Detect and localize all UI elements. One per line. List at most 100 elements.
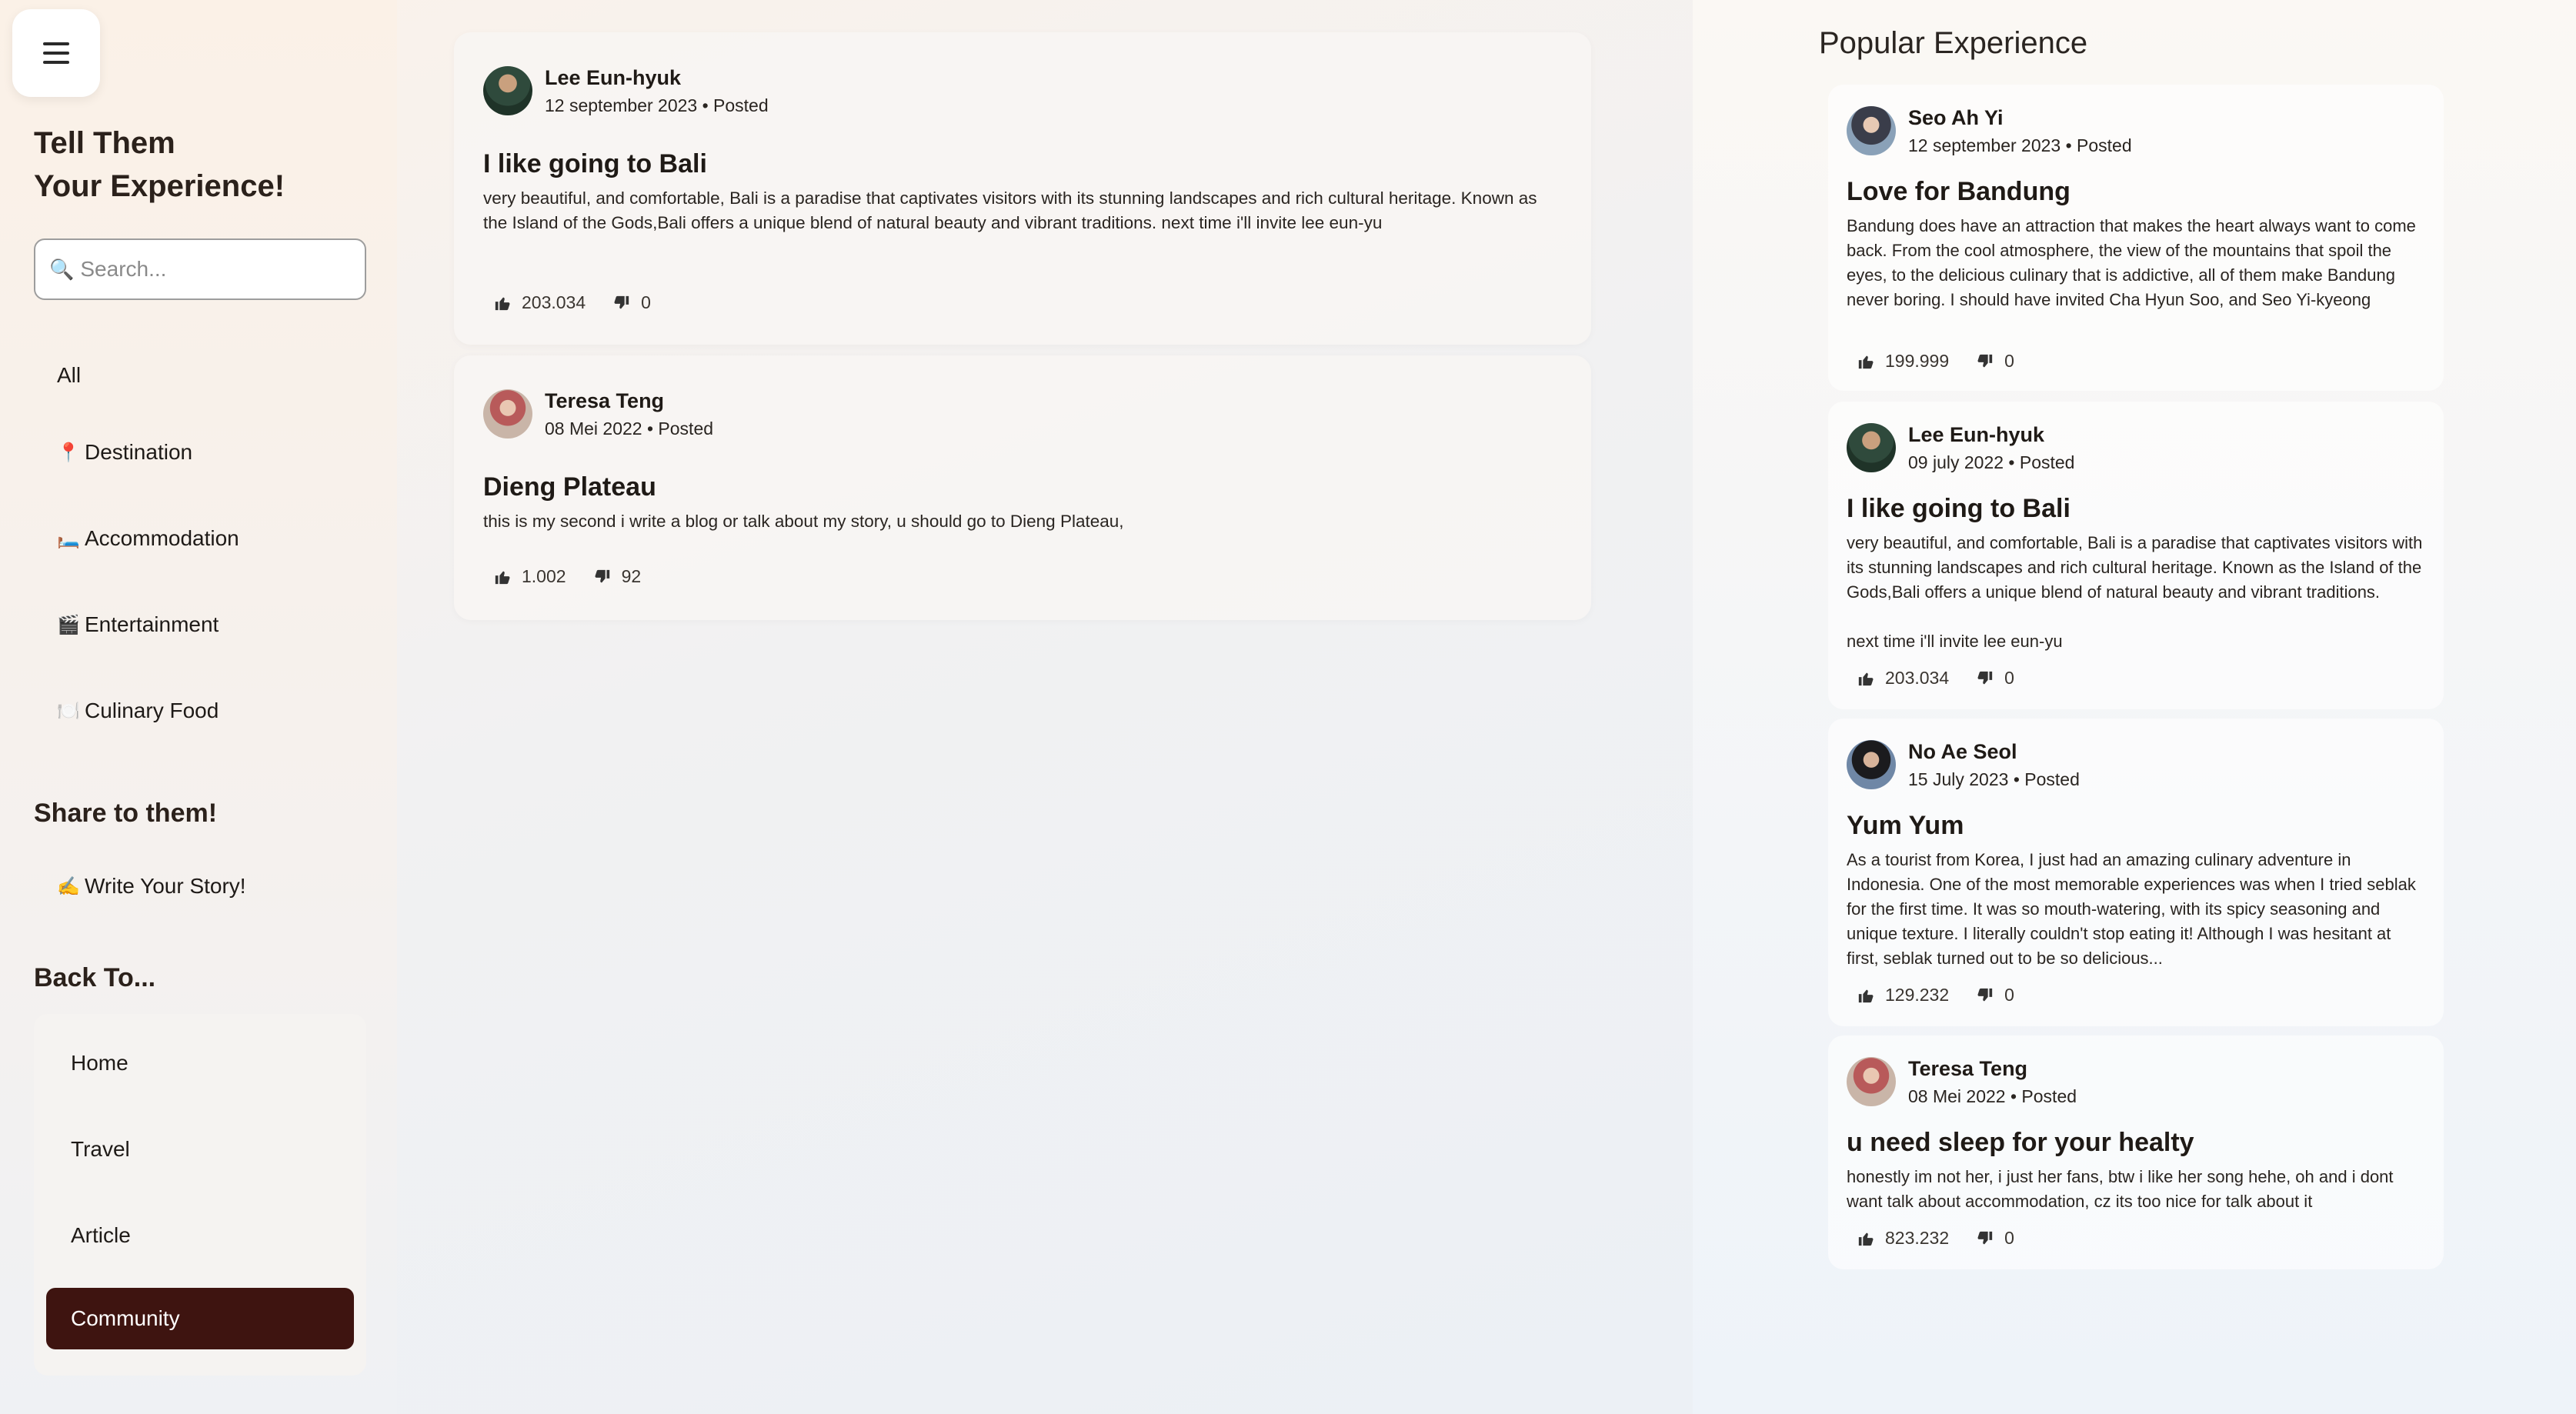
back-item-article[interactable]: Article (46, 1205, 354, 1266)
sidebar-title: Tell Them Your Experience! (34, 122, 357, 208)
like-button[interactable]: 129.232 (1857, 985, 1949, 1005)
post-meta: 08 Mei 2022 • Posted (545, 419, 714, 439)
post-reactions: 199.999 0 (1857, 351, 2014, 372)
search-icon: 🔍 (49, 257, 75, 281)
post-body: very beautiful, and comfortable, Bali is… (483, 188, 1537, 232)
post-reactions: 203.034 0 (494, 292, 651, 313)
popular-title: Popular Experience (1819, 26, 2088, 60)
category-all[interactable]: All (57, 363, 81, 388)
post-body: honestly im not her, i just her fans, bt… (1847, 1167, 2394, 1211)
post-title[interactable]: I like going to Bali (1847, 494, 2070, 524)
writing-hand-icon: ✍️ (57, 875, 80, 897)
thumbs-down-icon (1977, 671, 1993, 684)
bed-icon: 🛏️ (57, 528, 80, 549)
avatar[interactable] (483, 389, 532, 439)
dislike-button[interactable]: 0 (1977, 351, 2014, 372)
menu-button[interactable] (12, 9, 100, 97)
category-culinary-food-label: Culinary Food (85, 699, 219, 722)
post-reactions: 1.002 92 (494, 566, 641, 587)
like-count: 199.999 (1885, 351, 1950, 371)
post-title[interactable]: Yum Yum (1847, 811, 1964, 841)
post-meta: 12 september 2023 • Posted (1908, 135, 2132, 155)
write-story-link[interactable]: ✍️ Write Your Story! (57, 874, 246, 899)
post-body: Bandung does have an attraction that mak… (1847, 216, 2416, 309)
avatar[interactable] (1847, 106, 1896, 155)
clapperboard-icon: 🎬 (57, 614, 80, 635)
post-title[interactable]: Love for Bandung (1847, 177, 2070, 207)
dislike-count: 0 (2004, 668, 2014, 688)
category-entertainment[interactable]: 🎬 Entertainment (57, 612, 219, 637)
thumbs-down-icon (1977, 988, 1993, 1001)
plate-cutlery-icon: 🍽️ (57, 700, 80, 722)
dislike-count: 92 (621, 566, 642, 586)
like-button[interactable]: 203.034 (494, 292, 586, 313)
post-meta: 09 july 2022 • Posted (1908, 452, 2075, 472)
back-item-travel[interactable]: Travel (46, 1119, 354, 1180)
back-item-home[interactable]: Home (46, 1032, 354, 1094)
dislike-count: 0 (2004, 1228, 2014, 1248)
post-author[interactable]: No Ae Seol (1908, 740, 2017, 764)
like-count: 823.232 (1885, 1228, 1950, 1248)
dislike-button[interactable]: 0 (613, 292, 651, 313)
dislike-count: 0 (641, 292, 651, 312)
back-item-community[interactable]: Community (46, 1288, 354, 1349)
post-author[interactable]: Lee Eun-hyuk (1908, 423, 2044, 447)
dislike-button[interactable]: 92 (594, 566, 642, 587)
search-box[interactable]: 🔍 (34, 238, 366, 300)
post-author[interactable]: Seo Ah Yi (1908, 106, 2004, 130)
sidebar-title-line1: Tell Them (34, 126, 175, 160)
sidebar-title-line2: Your Experience! (34, 169, 285, 203)
hamburger-menu-icon (43, 42, 69, 64)
like-count: 129.232 (1885, 985, 1950, 1005)
category-accommodation-label: Accommodation (85, 526, 239, 550)
post-title[interactable]: u need sleep for your healty (1847, 1128, 2194, 1158)
dislike-button[interactable]: 0 (1977, 668, 2014, 689)
thumbs-down-icon (1977, 1231, 1993, 1244)
back-to-title: Back To... (34, 963, 156, 992)
post-meta: 12 september 2023 • Posted (545, 95, 769, 115)
dislike-count: 0 (2004, 351, 2014, 371)
post-reactions: 823.232 0 (1857, 1228, 2014, 1249)
post-author[interactable]: Teresa Teng (545, 389, 664, 413)
avatar[interactable] (483, 66, 532, 115)
search-input[interactable] (80, 257, 358, 282)
avatar[interactable] (1847, 740, 1896, 789)
like-button[interactable]: 203.034 (1857, 668, 1949, 689)
post-title[interactable]: Dieng Plateau (483, 472, 656, 502)
post-meta: 15 July 2023 • Posted (1908, 769, 2080, 789)
post-author[interactable]: Lee Eun-hyuk (545, 66, 681, 90)
like-count: 203.034 (1885, 668, 1950, 688)
post-body: this is my second i write a blog or talk… (483, 512, 1124, 531)
post-meta: 08 Mei 2022 • Posted (1908, 1086, 2077, 1106)
dislike-button[interactable]: 0 (1977, 1228, 2014, 1249)
share-title: Share to them! (34, 799, 218, 828)
thumbs-up-icon (1858, 672, 1874, 685)
like-button[interactable]: 1.002 (494, 566, 566, 587)
dislike-button[interactable]: 0 (1977, 985, 2014, 1005)
like-button[interactable]: 823.232 (1857, 1228, 1949, 1249)
thumbs-up-icon (495, 297, 510, 310)
thumbs-up-icon (1858, 1232, 1874, 1246)
like-count: 203.034 (522, 292, 586, 312)
post-author[interactable]: Teresa Teng (1908, 1057, 2027, 1081)
dislike-count: 0 (2004, 985, 2014, 1005)
category-culinary-food[interactable]: 🍽️ Culinary Food (57, 699, 219, 723)
like-button[interactable]: 199.999 (1857, 351, 1949, 372)
like-count: 1.002 (522, 566, 566, 586)
category-destination-label: Destination (85, 440, 193, 464)
post-reactions: 129.232 0 (1857, 985, 2014, 1005)
avatar[interactable] (1847, 423, 1896, 472)
post-reactions: 203.034 0 (1857, 668, 2014, 689)
write-story-label: Write Your Story! (85, 874, 246, 898)
thumbs-down-icon (614, 295, 629, 308)
category-all-label: All (57, 363, 82, 387)
post-body: very beautiful, and comfortable, Bali is… (1847, 533, 2423, 602)
category-entertainment-label: Entertainment (85, 612, 219, 636)
thumbs-down-icon (1977, 354, 1993, 367)
category-accommodation[interactable]: 🛏️ Accommodation (57, 526, 239, 551)
post-title[interactable]: I like going to Bali (483, 149, 707, 179)
category-destination[interactable]: 📍 Destination (57, 440, 192, 465)
thumbs-up-icon (1858, 989, 1874, 1002)
thumbs-up-icon (495, 571, 510, 584)
avatar[interactable] (1847, 1057, 1896, 1106)
